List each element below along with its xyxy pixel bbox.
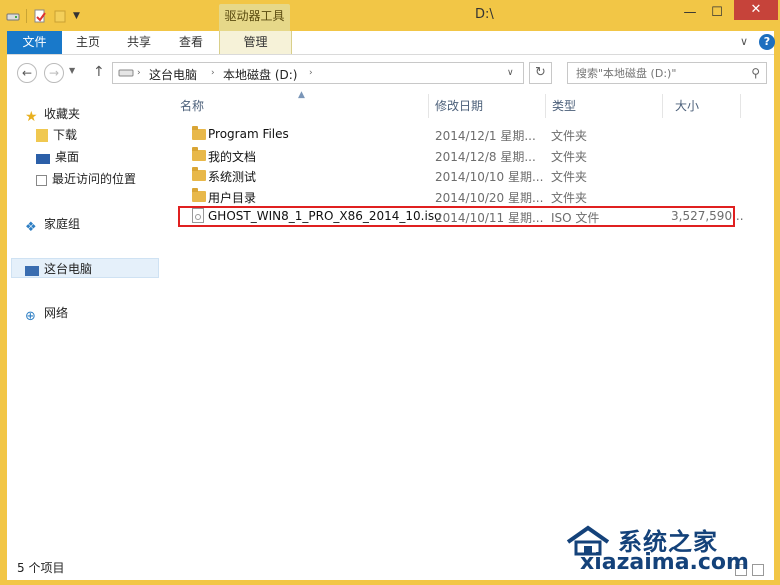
nav-favorites-label: 收藏夹 [44,107,81,121]
file-type: 文件夹 [551,191,588,205]
minimize-button[interactable]: — [678,3,702,23]
window-frame: ▼ 驱动器工具 D:\ — ☐ ✕ 文件 主页 共享 查看 管理 ∨ ? ← →… [0,0,780,585]
nav-item-downloads[interactable]: 下载 [36,125,77,145]
file-name: 系统测试 [208,170,257,184]
file-date: 2014/12/1 星期... [435,129,536,143]
nav-homegroup-label: 家庭组 [44,217,81,231]
nav-item-desktop[interactable]: 桌面 [36,147,79,167]
forward-button[interactable]: → [44,63,64,83]
breadcrumb-separator-icon: › [309,68,313,78]
file-type: 文件夹 [551,129,588,143]
up-button[interactable]: ↑ [93,64,105,80]
file-type: 文件夹 [551,150,588,164]
desktop-icon [36,154,50,164]
address-dropdown-icon[interactable]: ∨ [507,68,514,78]
star-icon: ★ [25,109,38,125]
ribbon-expand-icon[interactable]: ∨ [736,34,752,50]
nav-homegroup[interactable]: ❖ 家庭组 [25,214,81,235]
column-divider[interactable] [740,94,741,118]
navigation-pane: ★ 收藏夹 下载 桌面 最近访问的位置 ❖ 家庭组 这台电脑 ⊕ 网络 [7,92,163,544]
ribbon-tabs: 文件 主页 共享 查看 管理 ∨ ? [7,31,775,55]
item-count: 5 个项目 [17,561,65,575]
file-date: 2014/10/20 星期... [435,191,544,205]
file-name: Program Files [208,127,289,141]
column-header-type[interactable]: 类型 [552,97,576,114]
downloads-icon [36,129,48,142]
contextual-tab-group-label: 驱动器工具 [219,4,290,31]
properties-icon[interactable] [33,9,47,23]
file-row[interactable]: 系统测试 2014/10/10 星期... 文件夹 [180,166,745,186]
file-list: ▲ 名称 修改日期 类型 大小 Program Files 2014/12/1 … [170,90,774,544]
nav-item-label: 桌面 [55,150,80,164]
nav-network-label: 网络 [44,306,69,320]
nav-item-label: 最近访问的位置 [52,172,137,186]
maximize-button[interactable]: ☐ [705,3,729,23]
homegroup-icon: ❖ [25,220,37,235]
tab-manage[interactable]: 管理 [219,31,292,54]
navigation-bar: ← → ▼ ↑ › 这台电脑 › 本地磁盘 (D:) › ∨ ↻ ⚲ [7,55,774,92]
search-box: ⚲ [567,62,767,84]
recent-places-icon [36,175,47,186]
nav-item-label: 下载 [53,128,78,142]
file-name: 用户目录 [208,191,257,205]
network-icon: ⊕ [25,309,36,324]
folder-icon [192,147,206,161]
window-title: D:\ [475,7,494,22]
drive-icon [118,69,134,77]
file-date: 2014/10/10 星期... [435,170,544,184]
close-button[interactable]: ✕ [734,0,778,20]
column-header-name[interactable]: 名称 [180,97,204,114]
tab-view[interactable]: 查看 [167,31,215,54]
new-folder-icon[interactable] [53,9,67,23]
computer-icon [25,266,39,276]
folder-icon [192,167,206,181]
search-icon[interactable]: ⚲ [751,66,760,80]
folder-icon [192,126,206,140]
file-row[interactable]: 用户目录 2014/10/20 星期... 文件夹 [180,187,745,207]
breadcrumb-separator-icon: › [211,68,215,78]
help-icon[interactable]: ? [759,34,775,50]
column-header-size[interactable]: 大小 [675,97,699,114]
nav-network[interactable]: ⊕ 网络 [25,303,69,324]
nav-this-pc[interactable]: 这台电脑 [11,258,159,278]
watermark-en: xiazaima.com [580,550,749,575]
file-row[interactable]: Program Files 2014/12/1 星期... 文件夹 [180,125,745,145]
breadcrumb-separator-icon: › [137,68,141,78]
address-bar[interactable]: › 这台电脑 › 本地磁盘 (D:) › ∨ [112,62,524,84]
column-divider[interactable] [428,94,429,118]
file-type: 文件夹 [551,170,588,184]
qat-dropdown-icon[interactable]: ▼ [73,11,80,21]
search-input[interactable] [568,63,756,83]
recent-locations-icon[interactable]: ▼ [69,66,75,75]
tab-home[interactable]: 主页 [64,31,112,54]
nav-item-recent-places[interactable]: 最近访问的位置 [36,169,136,189]
nav-favorites[interactable]: ★ 收藏夹 [25,104,80,124]
toolbar-separator [26,9,27,23]
watermark: 系统之家 xiazaima.com [562,520,772,582]
column-divider[interactable] [545,94,546,118]
breadcrumb-drive-d[interactable]: 本地磁盘 (D:) [223,66,297,83]
sort-ascending-icon: ▲ [298,90,305,100]
nav-this-pc-label: 这台电脑 [44,262,93,276]
column-divider[interactable] [662,94,663,118]
drive-icon[interactable] [6,9,20,23]
quick-access-toolbar: ▼ [6,6,80,26]
title-bar: ▼ 驱动器工具 D:\ — ☐ ✕ [0,0,780,31]
breadcrumb-this-pc[interactable]: 这台电脑 [149,66,197,83]
folder-icon [192,188,206,202]
file-row[interactable]: 我的文档 2014/12/8 星期... 文件夹 [180,146,745,166]
tab-file[interactable]: 文件 [7,31,62,54]
column-header-date[interactable]: 修改日期 [435,97,483,114]
explorer-body: ★ 收藏夹 下载 桌面 最近访问的位置 ❖ 家庭组 这台电脑 ⊕ 网络 ▲ 名称 [7,90,774,544]
file-name: 我的文档 [208,150,257,164]
highlight-box [178,206,735,227]
back-button[interactable]: ← [17,63,37,83]
tab-share[interactable]: 共享 [115,31,163,54]
refresh-button[interactable]: ↻ [529,62,552,84]
file-date: 2014/12/8 星期... [435,150,536,164]
